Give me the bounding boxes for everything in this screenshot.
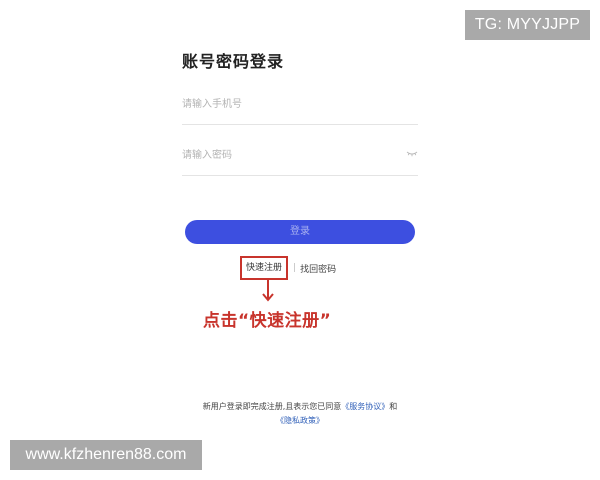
agreement-text: 新用户登录即完成注册,且表示您已同意 — [202, 402, 342, 411]
phone-input[interactable] — [182, 85, 382, 123]
password-field — [182, 136, 418, 176]
quick-register-link[interactable]: 快速注册 — [240, 256, 289, 280]
instruction-annotation: 点击“快速注册” — [203, 311, 332, 331]
eye-closed-icon[interactable] — [406, 150, 418, 158]
recover-password-link[interactable]: 找回密码 — [300, 262, 336, 275]
agreement-notice: 新用户登录即完成注册,且表示您已同意《服务协议》和 《隐私政策》 — [160, 400, 440, 428]
service-agreement-link[interactable]: 《服务协议》 — [341, 402, 389, 411]
phone-field — [182, 85, 418, 125]
password-input[interactable] — [182, 136, 382, 174]
agreement-conjunction: 和 — [389, 402, 398, 411]
privacy-policy-link[interactable]: 《隐私政策》 — [276, 416, 324, 425]
page-title: 账号密码登录 — [182, 52, 285, 71]
link-divider: | — [293, 263, 297, 273]
telegram-watermark: TG: MYYJJPP — [465, 10, 590, 40]
arrow-down-icon — [262, 280, 274, 302]
login-button[interactable]: 登录 — [185, 220, 415, 244]
auth-links: 快速注册 | 找回密码 — [240, 256, 336, 280]
site-watermark: www.kfzhenren88.com — [10, 440, 202, 470]
